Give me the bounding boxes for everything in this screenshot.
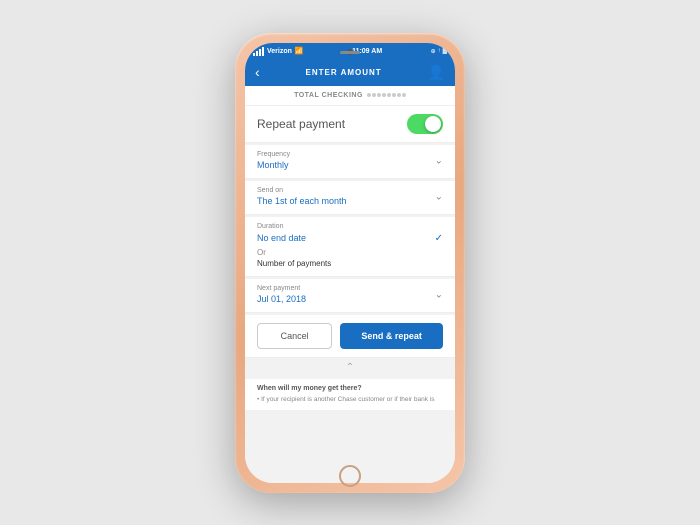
duration-section: Duration No end date ✓ Or Number of paym… <box>245 217 455 277</box>
carrier-name: Verizon <box>267 48 292 55</box>
status-left: Verizon 📶 <box>253 47 304 56</box>
send-on-chevron-icon: ⌄ <box>435 192 443 203</box>
footer-detail: • If your recipient is another Chase cus… <box>257 395 443 404</box>
send-on-section[interactable]: Send on The 1st of each month ⌄ <box>245 181 455 215</box>
location-icon: ⊕ <box>431 48 436 55</box>
phone-screen: Verizon 📶 11:09 AM ⊕ ↑ ▓ ‹ ENTER AMOUNT … <box>245 43 455 483</box>
wifi-icon: 📶 <box>295 47 304 55</box>
status-right: ⊕ ↑ ▓ <box>431 48 447 55</box>
no-end-date-value: No end date <box>257 233 306 243</box>
next-payment-section[interactable]: Next payment Jul 01, 2018 ⌄ <box>245 279 455 313</box>
collapse-arrow-icon: ⌃ <box>346 362 354 373</box>
action-buttons-row: Cancel Send & repeat <box>245 315 455 358</box>
next-payment-value: Jul 01, 2018 <box>257 294 443 304</box>
duration-label: Duration <box>257 223 443 230</box>
checkmark-icon: ✓ <box>435 233 443 244</box>
nav-title: ENTER AMOUNT <box>306 68 382 77</box>
cancel-button[interactable]: Cancel <box>257 323 332 349</box>
user-icon[interactable]: 👤 <box>428 64 445 81</box>
footer-info: When will my money get there? • If your … <box>245 379 455 410</box>
account-label: TOTAL CHECKING <box>294 92 363 99</box>
phone-frame: Verizon 📶 11:09 AM ⊕ ↑ ▓ ‹ ENTER AMOUNT … <box>235 33 465 493</box>
signal-right-icon: ↑ <box>438 48 441 54</box>
next-payment-label: Next payment <box>257 285 443 292</box>
home-button[interactable] <box>339 465 361 487</box>
account-mask <box>367 93 406 97</box>
repeat-payment-label: Repeat payment <box>257 117 345 131</box>
speaker <box>340 51 360 54</box>
collapse-handle[interactable]: ⌃ <box>245 358 455 377</box>
send-on-label: Send on <box>257 187 443 194</box>
number-of-payments-label: Number of payments <box>257 259 443 268</box>
signal-icon <box>253 47 264 56</box>
no-end-date-option[interactable]: No end date ✓ <box>257 233 443 244</box>
footer-question: When will my money get there? <box>257 385 443 392</box>
back-button[interactable]: ‹ <box>255 64 260 80</box>
send-repeat-button[interactable]: Send & repeat <box>340 323 443 349</box>
nav-bar: ‹ ENTER AMOUNT 👤 <box>245 59 455 86</box>
frequency-section[interactable]: Frequency Monthly ⌄ <box>245 145 455 179</box>
content-area: TOTAL CHECKING Repeat payment Frequency … <box>245 86 455 483</box>
duration-or-label: Or <box>257 248 443 257</box>
repeat-payment-toggle[interactable] <box>407 114 443 134</box>
toggle-knob <box>425 116 441 132</box>
next-payment-chevron-icon: ⌄ <box>435 290 443 301</box>
send-on-value: The 1st of each month <box>257 196 443 206</box>
frequency-chevron-icon: ⌄ <box>435 156 443 167</box>
account-header: TOTAL CHECKING <box>245 86 455 106</box>
repeat-payment-row: Repeat payment <box>245 106 455 143</box>
battery-icon: ▓ <box>443 48 447 54</box>
frequency-value: Monthly <box>257 160 443 170</box>
frequency-label: Frequency <box>257 151 443 158</box>
